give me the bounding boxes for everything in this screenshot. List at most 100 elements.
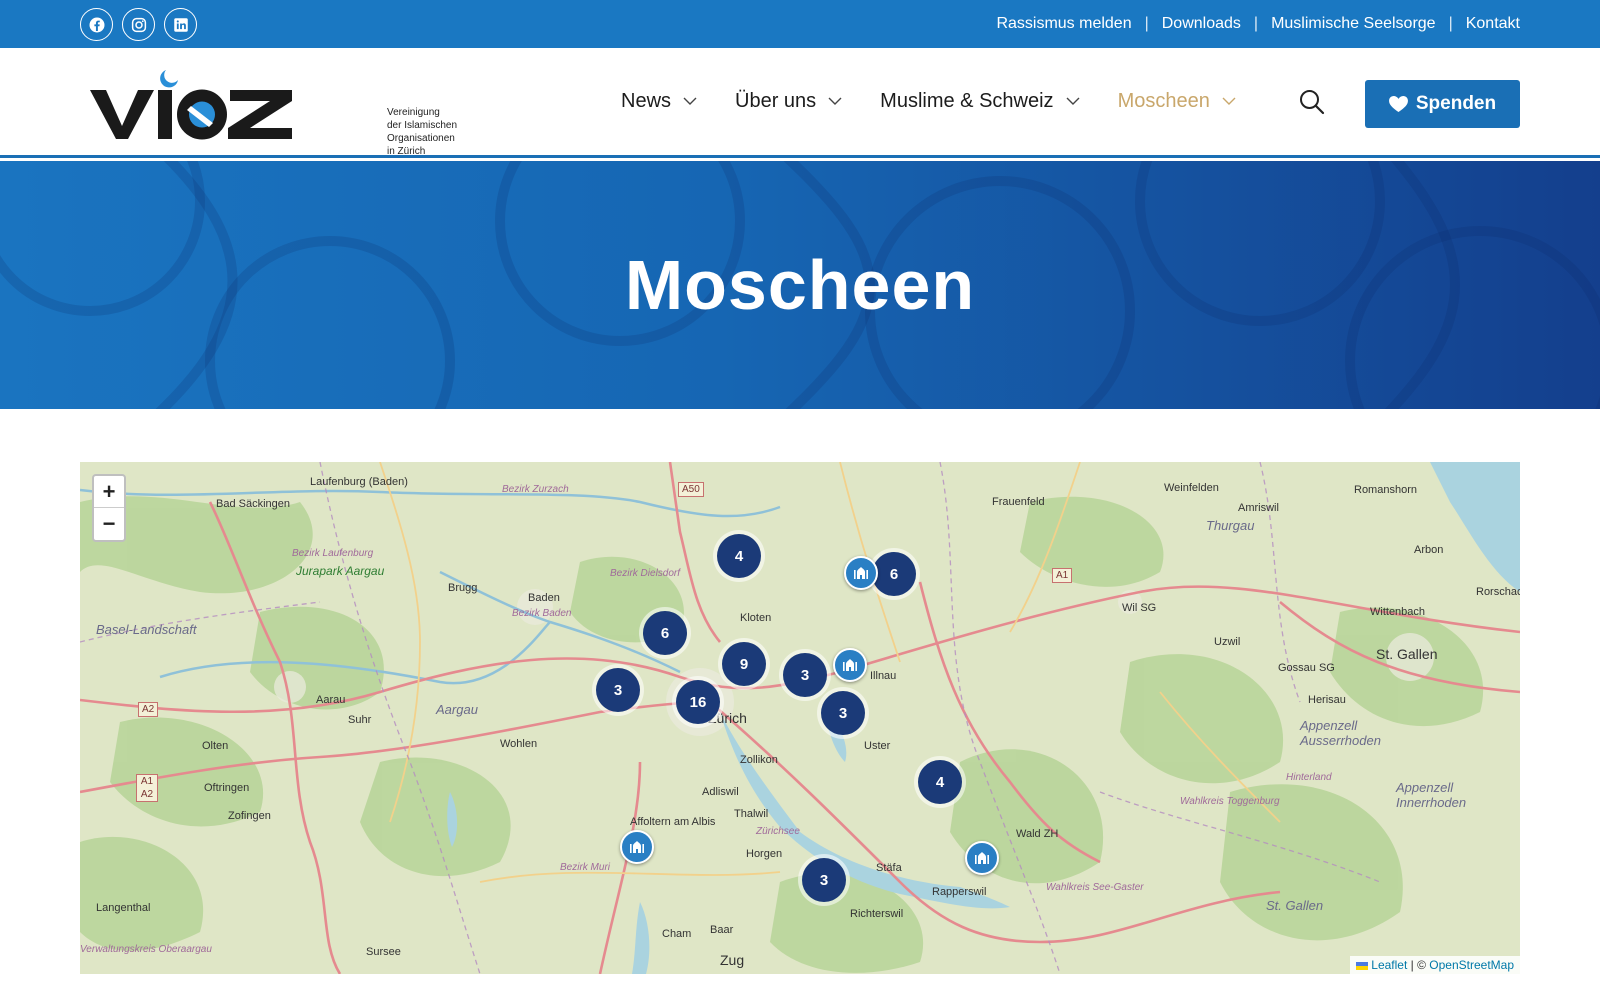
map-label: Thurgau: [1206, 518, 1255, 533]
mosque-cluster-marker[interactable]: 3: [596, 668, 640, 712]
mosque-map[interactable]: Laufenburg (Baden) Bad Säckingen Bezirk …: [80, 462, 1520, 974]
map-label: Illnau: [870, 670, 897, 682]
map-label: Uzwil: [1214, 636, 1241, 648]
mosque-icon: [975, 852, 989, 864]
top-bar: Rassismus melden | Downloads | Muslimisc…: [0, 0, 1600, 48]
nav-muslime-schweiz[interactable]: Muslime & Schweiz: [880, 90, 1080, 113]
map-label: Wahlkreis Toggenburg: [1180, 796, 1280, 807]
heart-icon: [1388, 95, 1408, 112]
divider: |: [1448, 15, 1453, 32]
map-label: Horgen: [746, 848, 783, 860]
map-label: Brugg: [448, 582, 478, 594]
map-label: Baden: [528, 592, 560, 604]
map-label: Richterswil: [850, 908, 904, 920]
nav-ueber-uns[interactable]: Über uns: [735, 90, 842, 113]
map-label: Amriswil: [1238, 502, 1279, 514]
main-nav: News Über uns Muslime & Schweiz Moscheen: [621, 48, 1274, 155]
mosque-cluster-marker[interactable]: 16: [676, 680, 720, 724]
map-label: Weinfelden: [1164, 482, 1219, 494]
nav-news[interactable]: News: [621, 90, 697, 113]
mosque-cluster-marker[interactable]: 6: [643, 611, 687, 655]
mosque-cluster-marker[interactable]: 3: [783, 653, 827, 697]
link-downloads[interactable]: Downloads: [1162, 15, 1241, 33]
chevron-down-icon: [1066, 97, 1080, 105]
map-label: Thalwil: [734, 808, 769, 820]
top-links: Rassismus melden | Downloads | Muslimisc…: [996, 0, 1520, 48]
vioz-logo[interactable]: Vereinigung der Islamischen Organisation…: [88, 66, 457, 157]
map-label: Langenthal: [96, 902, 151, 914]
mosque-marker[interactable]: [844, 556, 878, 590]
mosque-cluster-marker[interactable]: 3: [821, 691, 865, 735]
map-label: Cham: [662, 928, 692, 940]
map-label: Wittenbach: [1370, 606, 1426, 618]
map-label: Zürichsee: [756, 826, 800, 837]
ukraine-flag-icon: [1355, 961, 1368, 970]
map-label: Aarau: [316, 694, 346, 706]
nav-label: Muslime & Schweiz: [880, 90, 1054, 112]
mosque-marker[interactable]: [833, 648, 867, 682]
map-label: St. Gallen: [1266, 898, 1324, 913]
zoom-control: + −: [92, 474, 126, 542]
map-label: Herisau: [1308, 694, 1346, 706]
donate-button[interactable]: Spenden: [1365, 80, 1520, 128]
map-label: Jurapark Aargau: [296, 564, 385, 578]
link-muslimische-seelsorge[interactable]: Muslimische Seelsorge: [1271, 15, 1436, 33]
map-label: Verwaltungskreis Oberaargau: [80, 944, 212, 955]
map-label: Zofingen: [228, 810, 271, 822]
mosque-icon: [843, 659, 857, 671]
map-label: Rapperswil: [932, 886, 987, 898]
instagram-icon[interactable]: [122, 8, 155, 41]
link-kontakt[interactable]: Kontakt: [1466, 15, 1520, 33]
page-title: Moscheen: [624, 246, 976, 324]
map-label: Oftringen: [204, 782, 250, 794]
mosque-marker[interactable]: [965, 841, 999, 875]
map-label: Aargau: [436, 702, 478, 717]
map-label: Olten: [202, 740, 229, 752]
road-shield: A1: [1052, 568, 1073, 583]
linkedin-icon[interactable]: [164, 8, 197, 41]
zoom-out-button[interactable]: −: [94, 508, 124, 540]
hero-banner: Moscheen: [0, 161, 1600, 409]
map-label: Uster: [864, 740, 891, 752]
road-shield: A50: [678, 482, 704, 497]
nav-moscheen[interactable]: Moscheen: [1118, 90, 1236, 113]
leaflet-link[interactable]: Leaflet: [1371, 958, 1407, 972]
mosque-icon: [854, 567, 868, 579]
mosque-marker[interactable]: [620, 830, 654, 864]
map-label: Stäfa: [876, 862, 902, 874]
map-label: Gossau SG: [1278, 662, 1335, 674]
map-label: Appenzell Innerrhoden: [1396, 780, 1467, 810]
map-label: Wahlkreis See-Gaster: [1046, 882, 1144, 893]
map-label: Kloten: [740, 612, 772, 624]
map-label: Bezirk Muri: [560, 862, 611, 873]
map-label: Bezirk Laufenburg: [292, 548, 374, 559]
mosque-cluster-marker[interactable]: 4: [918, 760, 962, 804]
map-label: Wald ZH: [1016, 828, 1059, 840]
mosque-cluster-marker[interactable]: 3: [802, 858, 846, 902]
openstreetmap-link[interactable]: OpenStreetMap: [1429, 958, 1514, 972]
chevron-down-icon: [828, 97, 842, 105]
facebook-icon[interactable]: [80, 8, 113, 41]
map-label: Bad Säckingen: [216, 498, 290, 510]
logo-subtitle: Vereinigung der Islamischen Organisation…: [387, 107, 458, 157]
divider: |: [1144, 15, 1149, 32]
map-label: Baar: [710, 924, 734, 936]
mosque-cluster-marker[interactable]: 4: [717, 534, 761, 578]
attribution-separator: | ©: [1410, 958, 1426, 972]
road-shield: A2: [138, 702, 159, 717]
site-header: Vereinigung der Islamischen Organisation…: [0, 48, 1600, 158]
mosque-cluster-marker[interactable]: 9: [722, 642, 766, 686]
zoom-in-button[interactable]: +: [94, 476, 124, 508]
divider: |: [1253, 15, 1259, 32]
mosque-cluster-marker[interactable]: 6: [872, 552, 916, 596]
mosque-icon: [630, 841, 644, 853]
map-label: Zug: [720, 952, 745, 968]
map-label: Bezirk Dielsdorf: [610, 568, 681, 579]
nav-label: Moscheen: [1117, 90, 1210, 112]
search-icon[interactable]: [1298, 88, 1326, 116]
map-label: Wohlen: [500, 738, 538, 750]
map-label: Laufenburg (Baden): [310, 476, 408, 488]
map-label: Arbon: [1414, 544, 1444, 556]
nav-label: Über uns: [735, 90, 817, 112]
link-rassismus-melden[interactable]: Rassismus melden: [996, 15, 1131, 33]
